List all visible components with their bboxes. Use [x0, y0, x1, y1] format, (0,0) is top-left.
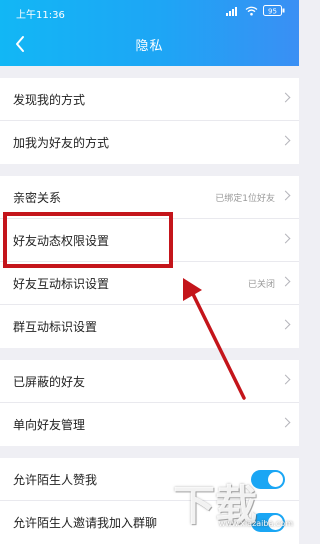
chevron-right-icon [280, 276, 291, 287]
row-value: 已绑定1位好友 [215, 194, 275, 204]
nav-bar: 隐私 [0, 24, 299, 66]
chevron-right-icon [280, 374, 291, 385]
chevron-right-icon [280, 190, 291, 201]
row-friend-feed-permission[interactable]: 好友动态权限设置 [0, 219, 299, 262]
header-bar: 上午11:36 95 隐私 [0, 0, 299, 66]
chevron-right-icon [280, 233, 291, 244]
row-label: 好友动态权限设置 [13, 234, 110, 248]
chevron-right-icon [280, 135, 291, 146]
section-gap [0, 66, 299, 78]
row-label: 已屏蔽的好友 [13, 375, 86, 389]
row-label: 允许陌生人赞我 [13, 473, 98, 487]
status-bar: 上午11:36 95 [0, 0, 299, 24]
row-label: 允许陌生人邀请我加入群聊 [13, 516, 158, 530]
row-allow-stranger-group-invite: 允许陌生人邀请我加入群聊 [0, 501, 299, 544]
status-time: 上午11:36 [16, 10, 65, 21]
row-label: 发现我的方式 [13, 93, 86, 107]
battery-icon: 95 [263, 5, 285, 16]
row-add-me-method[interactable]: 加我为好友的方式 [0, 121, 299, 164]
row-intimate-relation[interactable]: 亲密关系 已绑定1位好友 [0, 176, 299, 219]
settings-list: 发现我的方式 加我为好友的方式 亲密关系 已绑定1位好友 好友动态权限设置 好友… [0, 66, 299, 544]
row-value: 已关闭 [247, 280, 275, 290]
row-label: 亲密关系 [13, 191, 62, 205]
page-title: 隐私 [135, 39, 164, 54]
row-friend-interaction-badge[interactable]: 好友互动标识设置 已关闭 [0, 262, 299, 305]
section-gap [0, 164, 299, 176]
chevron-right-icon [280, 92, 291, 103]
wifi-icon [245, 6, 258, 16]
section-gap [0, 348, 299, 360]
row-label: 群互动标识设置 [13, 320, 98, 334]
signal-icon [226, 6, 240, 16]
stranger-invite-toggle[interactable] [251, 513, 285, 532]
row-one-way-friends[interactable]: 单向好友管理 [0, 403, 299, 446]
status-icons: 95 [226, 5, 285, 16]
row-group-interaction-badge[interactable]: 群互动标识设置 [0, 305, 299, 348]
stranger-like-toggle[interactable] [251, 470, 285, 489]
battery-level: 95 [268, 7, 277, 15]
row-discover-me[interactable]: 发现我的方式 [0, 78, 299, 121]
row-allow-stranger-like: 允许陌生人赞我 [0, 458, 299, 501]
row-label: 好友互动标识设置 [13, 277, 110, 291]
row-label: 单向好友管理 [13, 418, 86, 432]
row-label: 加我为好友的方式 [13, 136, 110, 150]
chevron-right-icon [280, 319, 291, 330]
row-blocked-friends[interactable]: 已屏蔽的好友 [0, 360, 299, 403]
section-gap [0, 446, 299, 458]
chevron-right-icon [280, 417, 291, 428]
